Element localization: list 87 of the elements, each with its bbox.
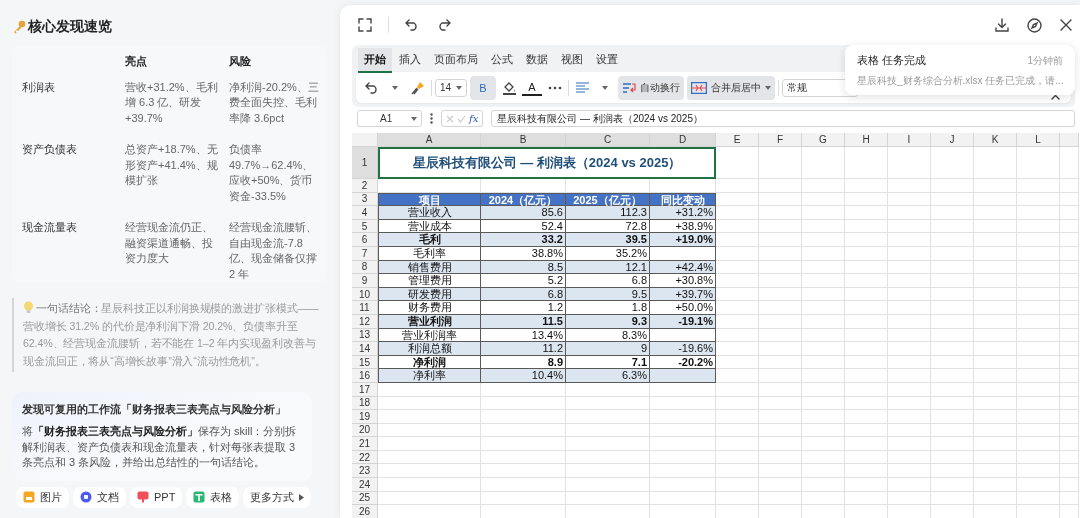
table-cell-text: 营收+31.2%、毛利增 6.3 亿、研发+39.7%: [125, 79, 219, 126]
format-button[interactable]: 表格: [186, 486, 240, 508]
table-cell: 营业收入: [378, 206, 481, 220]
row-number[interactable]: 4: [352, 206, 378, 220]
function-label[interactable]: fx: [469, 113, 479, 124]
table-cell: 1.2: [481, 301, 566, 315]
table-cell: 39.5: [566, 233, 650, 247]
notification-time: 1分钟前: [1027, 53, 1063, 68]
font-size-select[interactable]: 14: [435, 78, 467, 97]
column-header[interactable]: K: [974, 133, 1017, 147]
ribbon-tab[interactable]: 设置: [590, 48, 624, 73]
table-cell: 85.6: [481, 206, 566, 220]
table-cell: +50.0%: [650, 301, 716, 315]
table-cell-text: 经营现金流腰斩、自由现金流-7.8 亿、现金储备仅撑 2 年: [229, 220, 318, 282]
table-cell: 6.3%: [566, 369, 650, 383]
table-cell: 净利率: [378, 369, 481, 383]
conclusion-text: 一句话结论：星辰科技正以利润换规模的激进扩张模式——营收增长 31.2% 的代价是净利润下滑 20.2%、负债率升至 62.4%、经营现金流腰斩，若不能在 1–2 年内实现盈利改善与现金流回正，将从“高增长故事”滑入“流动性危机”。: [23, 300, 320, 369]
merge-center-button[interactable]: 合并后居中: [687, 75, 775, 100]
table-cell: +30.8%: [650, 274, 716, 288]
row-label: 资产负债表: [22, 142, 78, 157]
row-number[interactable]: 14: [352, 342, 378, 356]
row-number[interactable]: 19: [352, 410, 378, 424]
row-number[interactable]: 26: [352, 505, 378, 518]
table-cell: 6.8: [566, 274, 650, 288]
format-button[interactable]: 图片: [16, 486, 69, 508]
table-cell: 毛利: [378, 233, 481, 247]
card-text: 将「财务报表三表亮点与风险分析」保存为 skill：分别拆解利润表、资产负债表和现金流量表，针对每张表提取 3 条亮点和 3 条风险，并给出总结性的一句话结论。: [22, 424, 298, 470]
bold-button[interactable]: B: [470, 75, 496, 100]
column-header[interactable]: E: [716, 133, 759, 147]
table-cell: +19.0%: [650, 233, 716, 247]
row-number[interactable]: 11: [352, 301, 378, 315]
table-cell: 11.2: [481, 342, 566, 356]
table-cell: 5.2: [481, 274, 566, 288]
title-cell[interactable]: 星辰科技有限公司 — 利润表（2024 vs 2025）: [378, 147, 716, 179]
column-header[interactable]: D: [650, 133, 716, 147]
section-title: 核心发现速览: [28, 18, 112, 36]
table-cell: +31.2%: [650, 206, 716, 220]
row-number[interactable]: 23: [352, 464, 378, 479]
table-cell-text: 经营现金流仍正、融资渠道通畅、投资力度大: [125, 220, 214, 266]
column-header[interactable]: G: [802, 133, 845, 147]
row-number[interactable]: 9: [352, 274, 378, 288]
table-cell-text: 净利润-20.2%、三费全面失控、毛利率降 3.6pct: [229, 79, 320, 126]
font-color-button[interactable]: A: [522, 79, 542, 96]
format-button[interactable]: 文档: [73, 486, 126, 508]
ribbon-tab[interactable]: 视图: [555, 48, 589, 73]
row-number[interactable]: 6: [352, 233, 378, 247]
column-header: 风险: [229, 54, 252, 69]
column-header[interactable]: H: [845, 133, 888, 147]
column-header[interactable]: L: [1017, 133, 1060, 147]
format-button[interactable]: 更多方式: [243, 486, 312, 508]
formula-input[interactable]: 星辰科技有限公司 — 利润表（2024 vs 2025）: [491, 110, 1075, 127]
row-number[interactable]: 1: [352, 147, 378, 179]
table-cell: 112.3: [566, 206, 650, 220]
table-cell: 1.8: [566, 301, 650, 315]
table-cell: 财务费用: [378, 301, 481, 315]
card-title: 发现可复用的工作流「财务报表三表亮点与风险分析」: [22, 402, 287, 417]
table-cell: -19.6%: [650, 342, 716, 356]
row-number[interactable]: 2: [352, 179, 378, 193]
name-box[interactable]: A1: [357, 110, 422, 127]
row-number[interactable]: 21: [352, 437, 378, 451]
column-header[interactable]: F: [759, 133, 802, 147]
ribbon-tab[interactable]: 开始: [358, 48, 392, 73]
table-cell: 33.2: [481, 233, 566, 247]
ribbon-tab[interactable]: 插入: [393, 48, 427, 73]
ribbon-tab[interactable]: 页面布局: [428, 48, 484, 73]
ribbon-tab[interactable]: 数据: [520, 48, 554, 73]
row-label: 利润表: [22, 79, 56, 95]
table-cell: 管理费用: [378, 274, 481, 288]
table-cell: 9: [566, 342, 650, 356]
column-header[interactable]: C: [566, 133, 650, 147]
column-header[interactable]: I: [888, 133, 931, 147]
notification-title: 表格 任务完成: [857, 53, 927, 68]
table-cell: 10.4%: [481, 369, 566, 383]
row-number[interactable]: 24: [352, 478, 378, 492]
row-label: 现金流量表: [22, 220, 78, 235]
row-number[interactable]: 16: [352, 369, 378, 383]
table-cell-text: 负债率 49.7%→62.4%、应收+50%、货币资金-33.5%: [229, 142, 315, 204]
column-header[interactable]: J: [931, 133, 974, 147]
wrap-text-button[interactable]: 自动换行: [618, 75, 684, 100]
format-button[interactable]: PPT: [130, 486, 183, 508]
table-cell: 利润总额: [378, 342, 481, 356]
notification-message: 星辰科技_财务综合分析.xlsx 任务已完成，请...: [857, 74, 1063, 88]
column-header[interactable]: A: [378, 133, 481, 147]
column-header: 亮点: [125, 54, 148, 69]
column-header[interactable]: B: [481, 133, 566, 147]
table-cell-text: 总资产+18.7%、无形资产+41.4%、规模扩张: [125, 142, 219, 188]
ribbon-tab[interactable]: 公式: [485, 48, 519, 73]
